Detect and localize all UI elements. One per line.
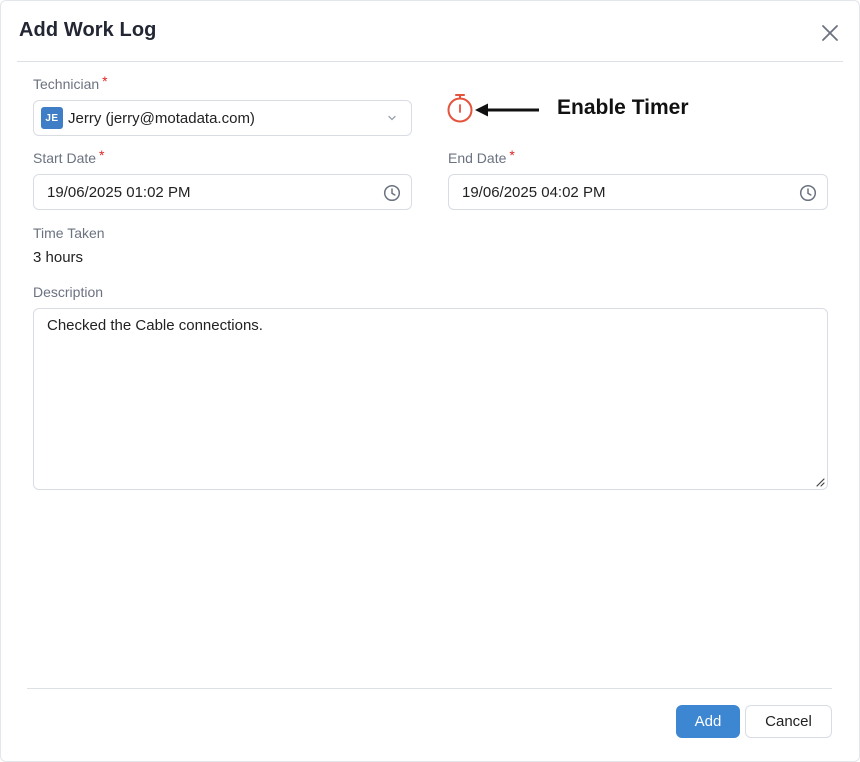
avatar: JE	[41, 107, 63, 129]
description-value: Checked the Cable connections.	[47, 317, 263, 334]
end-date-label: End Date *	[448, 147, 515, 166]
technician-value: Jerry (jerry@motadata.com)	[68, 109, 255, 127]
required-mark: *	[102, 73, 108, 89]
enable-timer-annotation: Enable Timer	[557, 96, 689, 119]
start-date-field[interactable]: 19/06/2025 01:02 PM	[33, 174, 412, 210]
annotation-arrow-icon	[475, 103, 539, 117]
required-mark: *	[99, 147, 105, 163]
dialog-title: Add Work Log	[19, 19, 157, 41]
clock-icon[interactable]	[799, 184, 817, 202]
time-taken-value: 3 hours	[33, 249, 84, 266]
chevron-down-icon	[388, 115, 396, 121]
end-date-field[interactable]: 19/06/2025 04:02 PM	[448, 174, 828, 210]
close-icon	[822, 25, 838, 41]
enable-timer-button[interactable]	[446, 93, 474, 130]
close-button[interactable]	[820, 23, 840, 43]
footer-divider	[27, 688, 832, 689]
time-taken-label: Time Taken	[33, 225, 105, 241]
description-label: Description	[33, 284, 104, 300]
add-work-log-dialog: Add Work Log Technician * JE Jerry (jerry…	[0, 0, 860, 762]
cancel-button[interactable]: Cancel	[745, 705, 832, 738]
technician-label: Technician *	[33, 73, 108, 92]
end-date-value: 19/06/2025 04:02 PM	[462, 183, 606, 201]
start-date-label: Start Date *	[33, 147, 105, 166]
resize-handle-icon[interactable]	[815, 477, 825, 487]
header-divider	[17, 61, 843, 62]
description-textarea[interactable]: Checked the Cable connections.	[33, 308, 828, 490]
clock-icon[interactable]	[383, 184, 401, 202]
technician-select[interactable]: JE Jerry (jerry@motadata.com)	[33, 100, 412, 136]
stopwatch-icon	[447, 94, 473, 123]
required-mark: *	[509, 147, 515, 163]
add-button[interactable]: Add	[676, 705, 740, 738]
start-date-value: 19/06/2025 01:02 PM	[47, 183, 191, 201]
